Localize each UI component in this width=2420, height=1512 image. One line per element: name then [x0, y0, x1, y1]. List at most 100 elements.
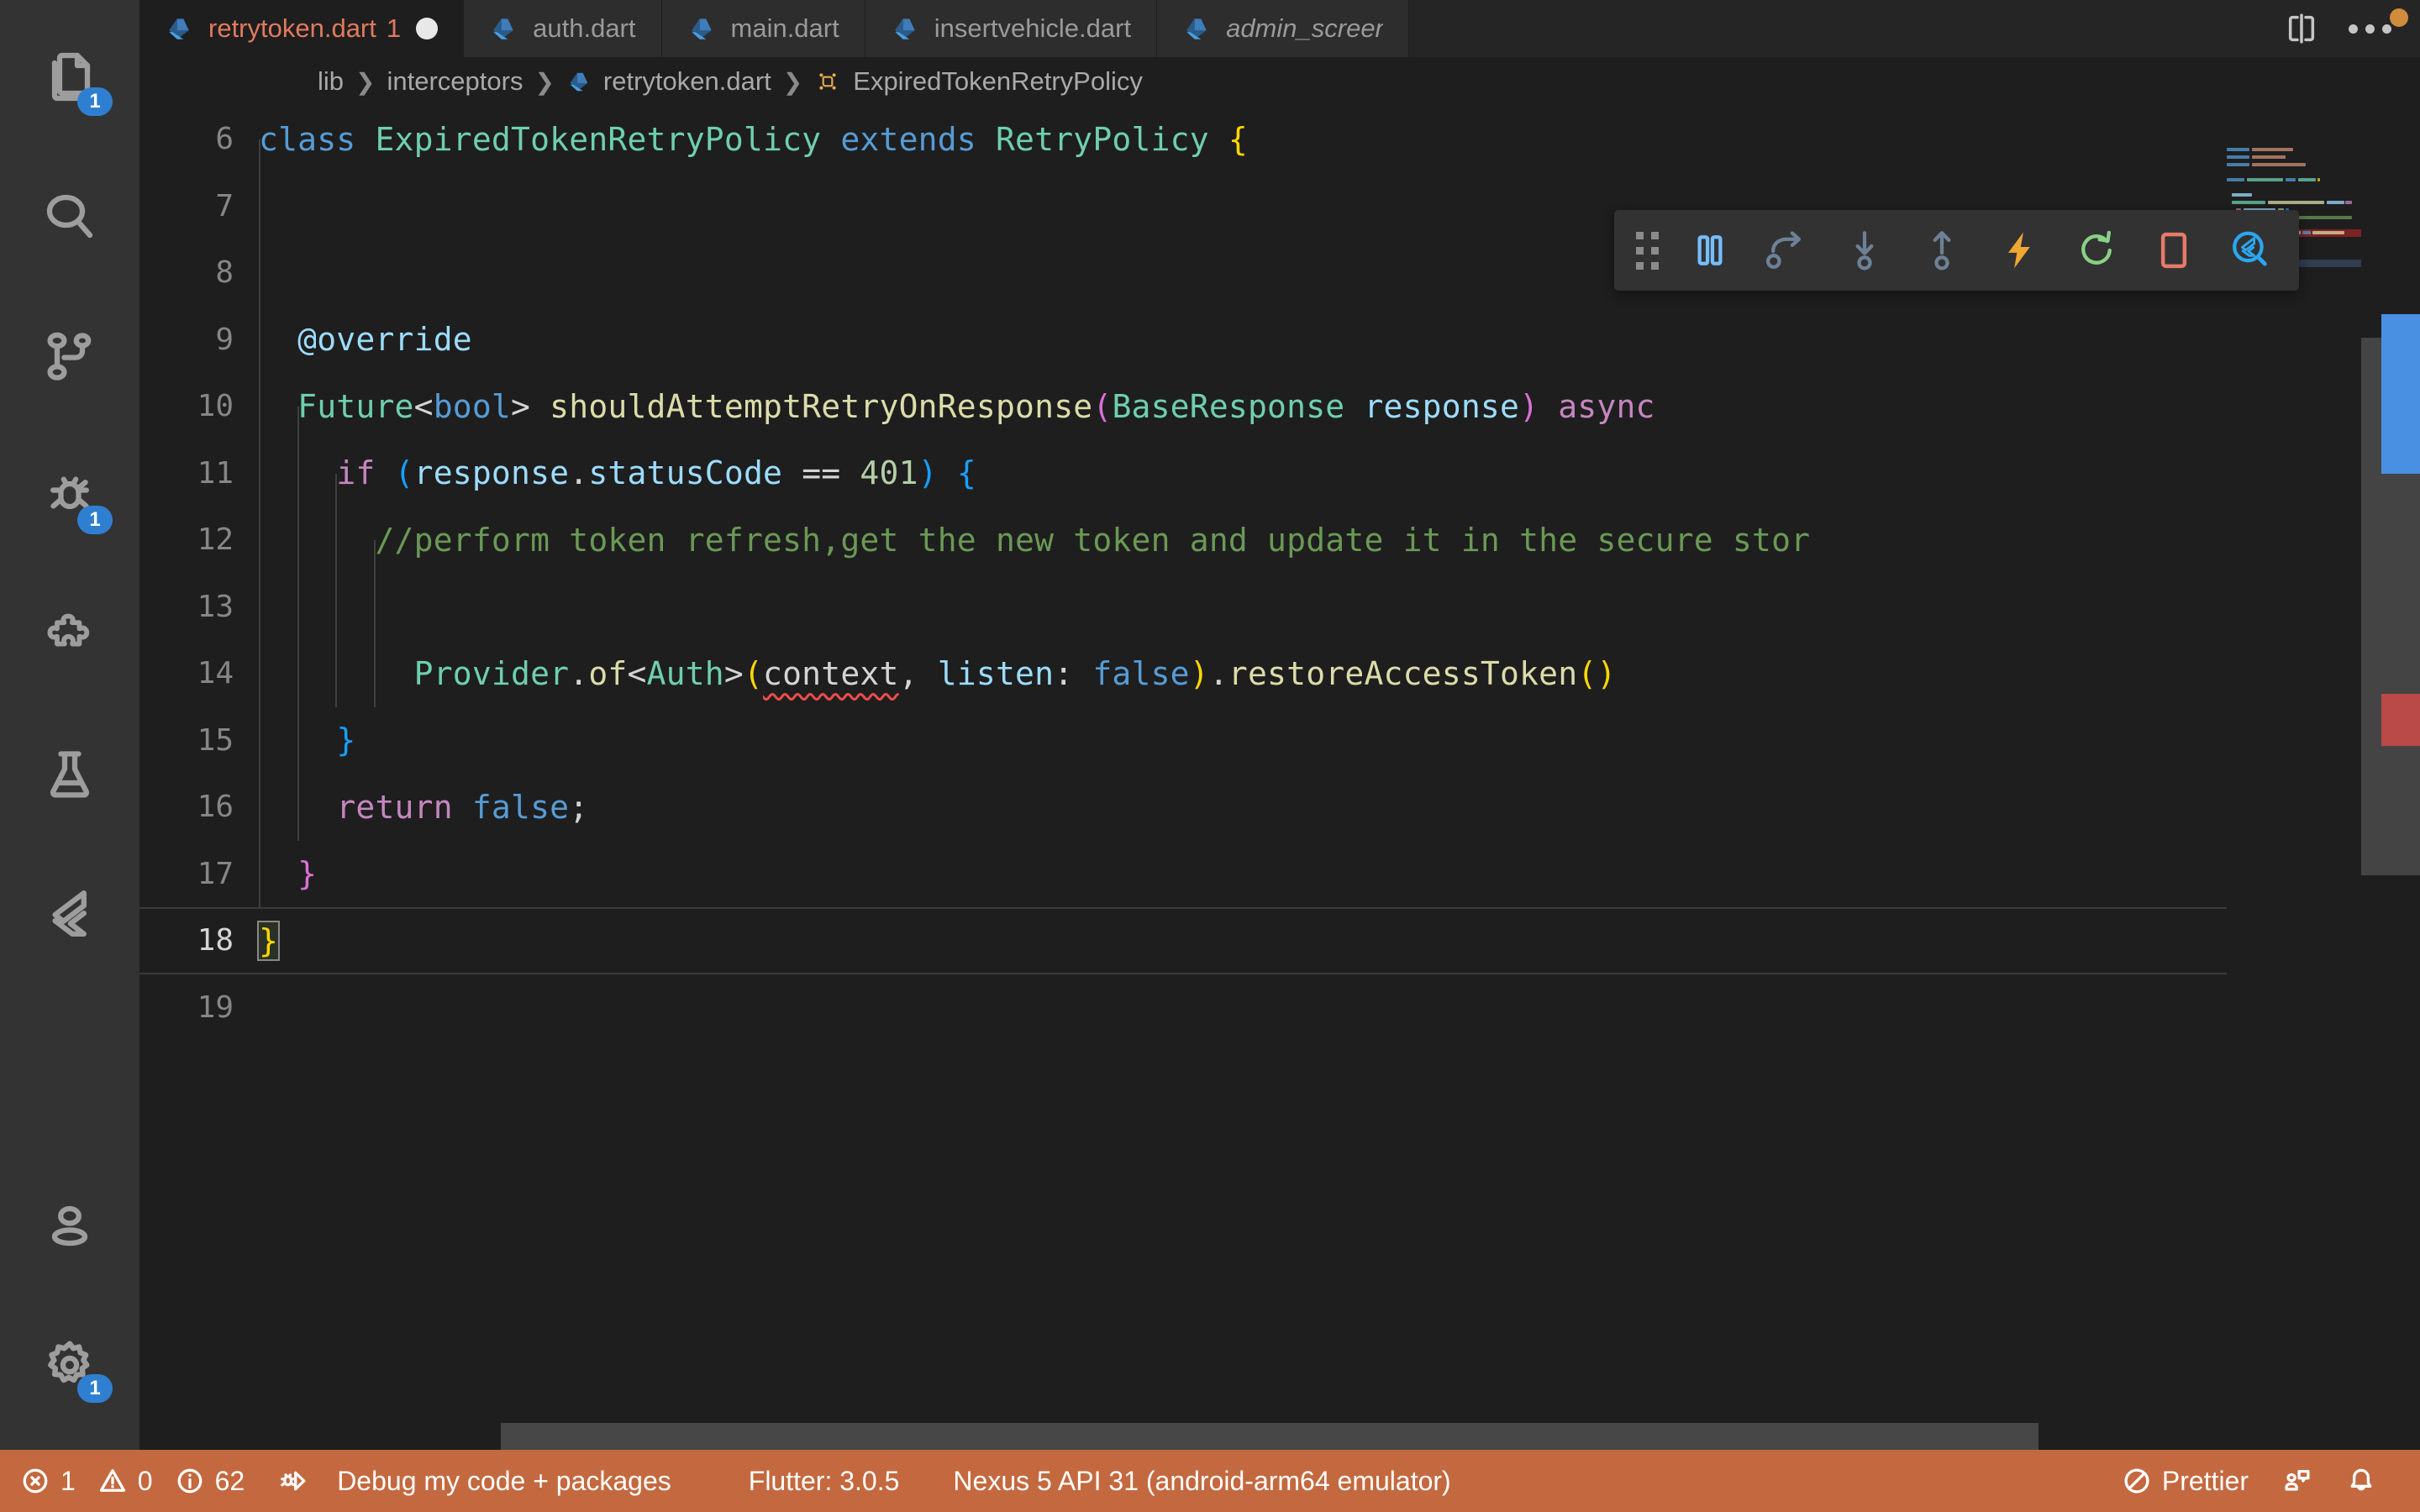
- minimap-token: [2232, 201, 2265, 204]
- code-line[interactable]: 10 Future<bool> shouldAttemptRetryOnResp…: [139, 373, 2227, 440]
- status-device[interactable]: Nexus 5 API 31 (android-arm64 emulator): [916, 1450, 1467, 1512]
- ellipsis-icon[interactable]: [2349, 24, 2391, 34]
- formatter-label: Prettier: [2161, 1465, 2249, 1496]
- line-number: 12: [197, 522, 234, 558]
- code-token: }: [297, 855, 318, 893]
- code-line[interactable]: 17 }: [139, 841, 2227, 908]
- code-text[interactable]: //perform token refresh,get the new toke…: [259, 522, 1810, 559]
- status-formatter-prettier[interactable]: Prettier: [2105, 1450, 2265, 1512]
- scrollbar-thumb-horizontal[interactable]: [501, 1423, 2039, 1450]
- grip-icon[interactable]: [1636, 231, 1659, 270]
- extensions-icon: [47, 613, 90, 647]
- sidebar-item-source-control[interactable]: [0, 287, 139, 427]
- tab-insertvehicle-dart[interactable]: insertvehicle.dart: [865, 0, 1158, 57]
- tab-admin-screen-dart[interactable]: admin_screen.dart: [1157, 0, 1410, 57]
- code-text[interactable]: @override: [259, 321, 472, 358]
- manage-settings-button[interactable]: 1: [0, 1295, 139, 1435]
- pause-button[interactable]: [1684, 224, 1736, 276]
- code-token: :: [1054, 654, 1093, 692]
- code-line[interactable]: 14 Provider.of<Auth>(context, listen: fa…: [139, 640, 2227, 707]
- editor-scrollbar-vertical[interactable]: [2361, 106, 2420, 1450]
- code-text[interactable]: }: [259, 722, 355, 759]
- activity-bar: 1 1 1: [0, 0, 139, 1450]
- code-token: <: [627, 654, 647, 692]
- code-token: .: [1208, 654, 1228, 692]
- overview-marker-selection: [2381, 314, 2420, 474]
- live-share-button[interactable]: [2265, 1450, 2329, 1512]
- tab-dirty-indicator[interactable]: [416, 18, 439, 39]
- tab-retrytoken-dart[interactable]: retrytoken.dart 1: [139, 0, 465, 57]
- breadcrumb-item-expiredtokenretrypolicy[interactable]: ExpiredTokenRetryPolicy: [814, 66, 1143, 97]
- minimap[interactable]: [2227, 106, 2361, 1450]
- code-line[interactable]: 16 return false;: [139, 774, 2227, 841]
- step-into-button[interactable]: [1839, 224, 1891, 276]
- breadcrumb-separator-icon: ❯: [782, 68, 803, 95]
- status-bar-right: Prettier: [2105, 1450, 2417, 1512]
- stop-button[interactable]: [2148, 224, 2200, 276]
- code-line[interactable]: 18}: [139, 907, 2227, 974]
- code-text[interactable]: class ExpiredTokenRetryPolicy extends Re…: [259, 121, 1248, 158]
- editor-scrollbar-horizontal[interactable]: [139, 1423, 2227, 1450]
- accounts-button[interactable]: [0, 1156, 139, 1295]
- code-token: ,: [898, 654, 938, 692]
- sidebar-item-run-and-debug[interactable]: 1: [0, 427, 139, 566]
- code-text[interactable]: Future<bool> shouldAttemptRetryOnRespons…: [259, 388, 1655, 425]
- code-lines-container[interactable]: 6 class ExpiredTokenRetryPolicy extends R…: [139, 106, 2227, 1450]
- status-debug-session[interactable]: Debug my code + packages: [261, 1450, 688, 1512]
- sidebar-item-explorer[interactable]: 1: [0, 8, 139, 148]
- code-token: false: [1092, 654, 1190, 692]
- sidebar-item-testing[interactable]: [0, 706, 139, 845]
- tab-main-dart[interactable]: main.dart: [661, 0, 865, 57]
- tab-auth-dart[interactable]: auth.dart: [464, 0, 662, 57]
- breadcrumb-item-interceptors[interactable]: interceptors: [387, 66, 523, 97]
- code-line[interactable]: 19: [139, 974, 2227, 1042]
- settings-badge: 1: [77, 1374, 113, 1403]
- code-line[interactable]: 15 }: [139, 707, 2227, 774]
- code-token: of: [588, 654, 628, 692]
- code-token: ): [1597, 654, 1617, 692]
- code-text[interactable]: return false;: [259, 789, 588, 826]
- code-token: (: [743, 654, 764, 692]
- code-line[interactable]: 13: [139, 574, 2227, 641]
- code-text[interactable]: Provider.of<Auth>(context, listen: false…: [259, 654, 1617, 692]
- class-symbol-icon: [819, 73, 836, 90]
- code-line[interactable]: 12 //perform token refresh,get the new t…: [139, 507, 2227, 574]
- code-editor[interactable]: 6 class ExpiredTokenRetryPolicy extends R…: [139, 106, 2420, 1450]
- breadcrumb-label: interceptors: [387, 66, 523, 96]
- breadcrumb-item-lib[interactable]: lib: [318, 66, 344, 97]
- code-token: class: [259, 120, 356, 158]
- minimap-token: [2227, 163, 2250, 166]
- breadcrumb-item-retrytoken-dart[interactable]: retrytoken.dart: [566, 66, 771, 97]
- status-problems[interactable]: 1 0 62: [3, 1450, 261, 1512]
- debug-toolbar[interactable]: [1614, 210, 2299, 291]
- hot-reload-button[interactable]: [1993, 224, 2045, 276]
- code-text[interactable]: }: [259, 855, 317, 892]
- dart-icon: [570, 72, 588, 92]
- editor-tab-bar: retrytoken.dart 1 auth.dart main.dart in…: [139, 0, 2420, 57]
- step-out-button[interactable]: [1916, 224, 1968, 276]
- minimap-token: [2252, 148, 2294, 151]
- split-editor-icon[interactable]: [2285, 12, 2318, 45]
- sidebar-item-extensions[interactable]: [0, 566, 139, 706]
- flutter-version-label: Flutter: 3.0.5: [748, 1465, 900, 1496]
- minimap-token: [2227, 155, 2250, 159]
- code-line[interactable]: 9 @override: [139, 307, 2227, 374]
- line-number: 11: [197, 455, 234, 491]
- status-flutter-version[interactable]: Flutter: 3.0.5: [688, 1450, 917, 1512]
- sidebar-item-flutter[interactable]: [0, 845, 139, 984]
- code-text[interactable]: if (response.statusCode == 401) {: [259, 454, 976, 491]
- sidebar-item-search[interactable]: [0, 148, 139, 287]
- notifications-button[interactable]: [2329, 1450, 2393, 1512]
- account-icon: [51, 1205, 88, 1247]
- breadcrumb-separator-icon: ❯: [355, 68, 376, 95]
- code-token: //perform token refresh,get the new toke…: [259, 521, 1811, 559]
- code-line[interactable]: 11 if (response.statusCode == 401) {: [139, 440, 2227, 507]
- code-line[interactable]: 6 class ExpiredTokenRetryPolicy extends R…: [139, 106, 2227, 173]
- hot-restart-button[interactable]: [2070, 224, 2123, 276]
- flutter-inspector-button[interactable]: [2225, 224, 2277, 276]
- code-token: >: [511, 387, 531, 425]
- step-over-button[interactable]: [1761, 224, 1813, 276]
- code-text[interactable]: }: [256, 920, 281, 961]
